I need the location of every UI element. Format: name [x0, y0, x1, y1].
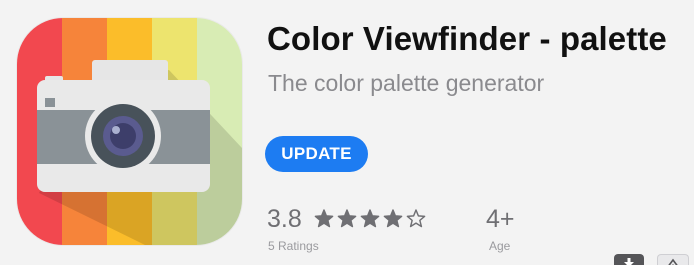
star-filled-icon — [337, 209, 357, 228]
camera-app-icon — [17, 18, 242, 245]
star-filled-icon — [360, 209, 380, 228]
share-icon — [668, 258, 678, 265]
age-rating-value: 4+ — [486, 205, 515, 233]
star-empty-icon — [406, 209, 426, 228]
star-filled-icon — [383, 209, 403, 228]
app-subtitle: The color palette generator — [268, 70, 545, 96]
download-button[interactable] — [614, 254, 644, 265]
rating-value: 3.8 — [267, 205, 302, 233]
age-rating-label: Age — [489, 239, 511, 253]
share-button[interactable] — [657, 254, 689, 265]
app-store-listing: Color Viewfinder - palette The color pal… — [0, 0, 694, 265]
rating-count: 5 Ratings — [268, 239, 319, 253]
app-title: Color Viewfinder - palette — [267, 20, 667, 57]
star-filled-icon — [314, 209, 334, 228]
update-button[interactable]: UPDATE — [265, 136, 368, 172]
download-icon — [624, 258, 634, 265]
rating-stars — [313, 206, 427, 232]
app-icon[interactable] — [17, 18, 242, 245]
